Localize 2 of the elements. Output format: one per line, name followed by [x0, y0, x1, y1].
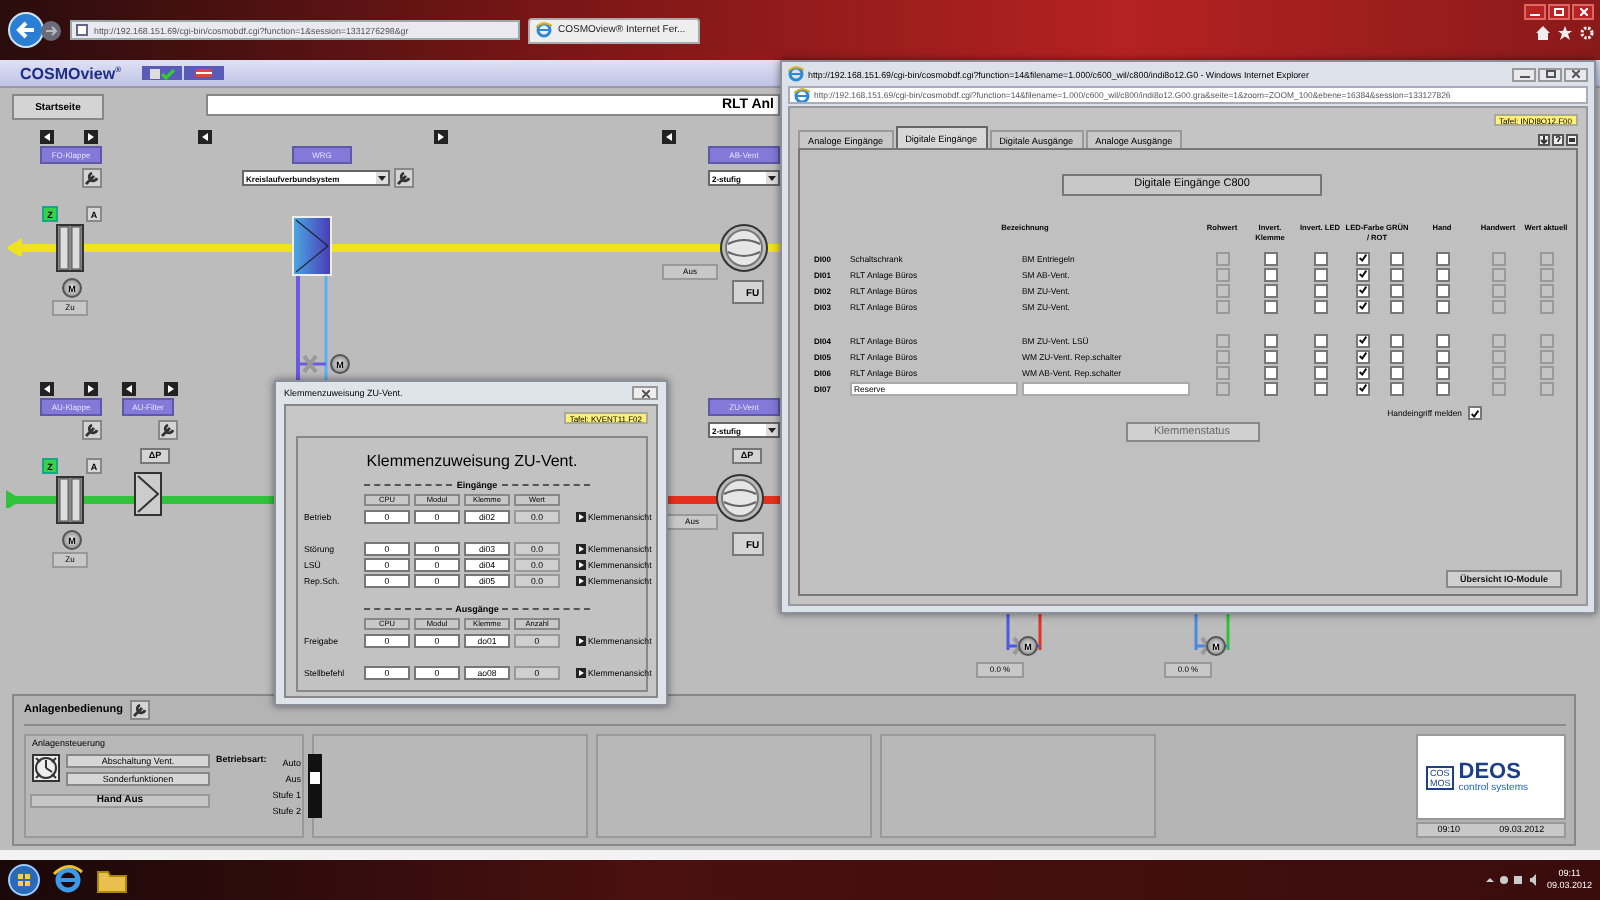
- panel-heading: Klemmenzuweisung ZU-Vent.: [364, 452, 580, 470]
- logo-name: DEOS: [1458, 761, 1523, 783]
